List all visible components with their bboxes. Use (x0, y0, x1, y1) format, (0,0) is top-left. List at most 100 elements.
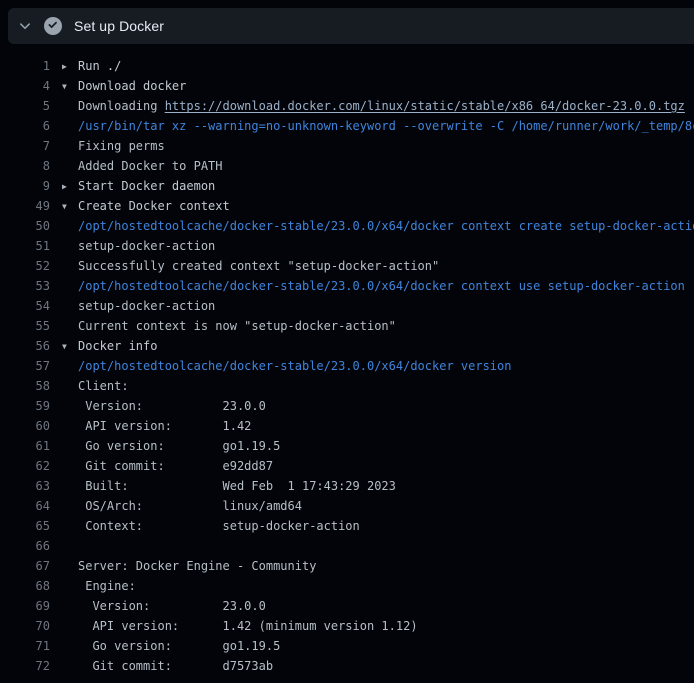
line-number[interactable]: 1 (0, 56, 50, 76)
line-number[interactable]: 70 (0, 616, 50, 636)
line-content: /opt/hostedtoolcache/docker-stable/23.0.… (62, 356, 511, 376)
group-title: Start Docker daemon (78, 179, 215, 193)
line-number[interactable]: 66 (0, 536, 50, 556)
line-content: Go version: go1.19.5 (62, 636, 280, 656)
log-line: 53 /opt/hostedtoolcache/docker-stable/23… (0, 276, 694, 296)
log-text: Added Docker to PATH (78, 159, 223, 173)
line-number[interactable]: 7 (0, 136, 50, 156)
log-text: API version: 1.42 (minimum version 1.12) (78, 619, 418, 633)
log-group-line[interactable]: 9 ▶Start Docker daemon (0, 176, 694, 196)
log-line: 65 Context: setup-docker-action (0, 516, 694, 536)
log-line: 7 Fixing perms (0, 136, 694, 156)
step-title: Set up Docker (74, 18, 164, 34)
line-number[interactable]: 53 (0, 276, 50, 296)
log-command-text: /opt/hostedtoolcache/docker-stable/23.0.… (78, 359, 511, 373)
line-number[interactable]: 55 (0, 316, 50, 336)
line-number[interactable]: 50 (0, 216, 50, 236)
line-content: Go version: go1.19.5 (62, 436, 280, 456)
line-number[interactable]: 8 (0, 156, 50, 176)
log-line: 60 API version: 1.42 (0, 416, 694, 436)
group-collapsed-arrow-icon[interactable]: ▶ (62, 177, 78, 197)
line-content: ▶Start Docker daemon (62, 176, 215, 196)
line-content: ▼Create Docker context (62, 196, 230, 216)
group-title: Run ./ (78, 59, 121, 73)
line-number[interactable]: 61 (0, 436, 50, 456)
log-line: 66 (0, 536, 694, 556)
line-number[interactable]: 59 (0, 396, 50, 416)
line-content: ▼Docker info (62, 336, 157, 356)
line-number[interactable]: 65 (0, 516, 50, 536)
line-number[interactable]: 72 (0, 656, 50, 676)
log-line: 64 OS/Arch: linux/amd64 (0, 496, 694, 516)
group-expanded-arrow-icon[interactable]: ▼ (62, 337, 78, 357)
line-number[interactable]: 64 (0, 496, 50, 516)
line-number[interactable]: 9 (0, 176, 50, 196)
log-text: Go version: go1.19.5 (78, 639, 280, 653)
line-number[interactable]: 5 (0, 96, 50, 116)
group-collapsed-arrow-icon[interactable]: ▶ (62, 57, 78, 77)
step-header[interactable]: Set up Docker (8, 8, 694, 44)
line-number[interactable]: 4 (0, 76, 50, 96)
log-line: 57 /opt/hostedtoolcache/docker-stable/23… (0, 356, 694, 376)
log-line: 55 Current context is now "setup-docker-… (0, 316, 694, 336)
line-content: Version: 23.0.0 (62, 396, 266, 416)
log-text: Context: setup-docker-action (78, 519, 360, 533)
log-text: Version: 23.0.0 (78, 399, 266, 413)
line-number[interactable]: 6 (0, 116, 50, 136)
log-area: 1 ▶Run ./ 4 ▼Download docker 5 Downloadi… (0, 44, 694, 683)
group-expanded-arrow-icon[interactable]: ▼ (62, 197, 78, 217)
log-line: 68 Engine: (0, 576, 694, 596)
line-content: Version: 23.0.0 (62, 596, 266, 616)
log-text: Go version: go1.19.5 (78, 439, 280, 453)
log-line: 5 Downloading https://download.docker.co… (0, 96, 694, 116)
line-content: /opt/hostedtoolcache/docker-stable/23.0.… (62, 216, 694, 236)
line-number[interactable]: 54 (0, 296, 50, 316)
line-number[interactable]: 52 (0, 256, 50, 276)
line-content: /usr/bin/tar xz --warning=no-unknown-key… (62, 116, 694, 136)
line-content: Engine: (62, 576, 136, 596)
line-content: Built: Wed Feb 1 17:43:29 2023 (62, 476, 396, 496)
line-content: Git commit: e92dd87 (62, 456, 273, 476)
line-number[interactable]: 60 (0, 416, 50, 436)
line-content: API version: 1.42 (62, 416, 251, 436)
log-group-line[interactable]: 4 ▼Download docker (0, 76, 694, 96)
line-number[interactable]: 49 (0, 196, 50, 216)
line-number[interactable]: 63 (0, 476, 50, 496)
line-number[interactable]: 71 (0, 636, 50, 656)
line-content: setup-docker-action (62, 236, 215, 256)
line-number[interactable]: 56 (0, 336, 50, 356)
chevron-down-icon[interactable] (14, 15, 36, 37)
log-group-line[interactable]: 1 ▶Run ./ (0, 56, 694, 76)
log-link[interactable]: https://download.docker.com/linux/static… (165, 99, 685, 113)
line-number[interactable]: 51 (0, 236, 50, 256)
line-number[interactable]: 69 (0, 596, 50, 616)
group-title: Download docker (78, 79, 186, 93)
log-line: 54 setup-docker-action (0, 296, 694, 316)
log-text: Git commit: e92dd87 (78, 459, 273, 473)
line-number[interactable]: 68 (0, 576, 50, 596)
log-text: API version: 1.42 (78, 419, 251, 433)
log-line: 67 Server: Docker Engine - Community (0, 556, 694, 576)
line-content: Context: setup-docker-action (62, 516, 360, 536)
line-number[interactable]: 67 (0, 556, 50, 576)
log-group-line[interactable]: 49 ▼Create Docker context (0, 196, 694, 216)
group-expanded-arrow-icon[interactable]: ▼ (62, 77, 78, 97)
log-line: 62 Git commit: e92dd87 (0, 456, 694, 476)
line-content: Git commit: d7573ab (62, 656, 273, 676)
log-line: 72 Git commit: d7573ab (0, 656, 694, 676)
line-content: Server: Docker Engine - Community (62, 556, 316, 576)
line-content (62, 536, 78, 556)
log-text: Engine: (78, 579, 136, 593)
log-line: 69 Version: 23.0.0 (0, 596, 694, 616)
log-line: 58 Client: (0, 376, 694, 396)
log-line: 59 Version: 23.0.0 (0, 396, 694, 416)
log-group-line[interactable]: 56 ▼Docker info (0, 336, 694, 356)
line-content: ▶Run ./ (62, 56, 121, 76)
line-number[interactable]: 58 (0, 376, 50, 396)
line-number[interactable]: 62 (0, 456, 50, 476)
line-content: OS/Arch: linux/amd64 (62, 496, 302, 516)
line-number[interactable]: 57 (0, 356, 50, 376)
log-text: Successfully created context "setup-dock… (78, 259, 439, 273)
log-line: 71 Go version: go1.19.5 (0, 636, 694, 656)
log-line: 8 Added Docker to PATH (0, 156, 694, 176)
